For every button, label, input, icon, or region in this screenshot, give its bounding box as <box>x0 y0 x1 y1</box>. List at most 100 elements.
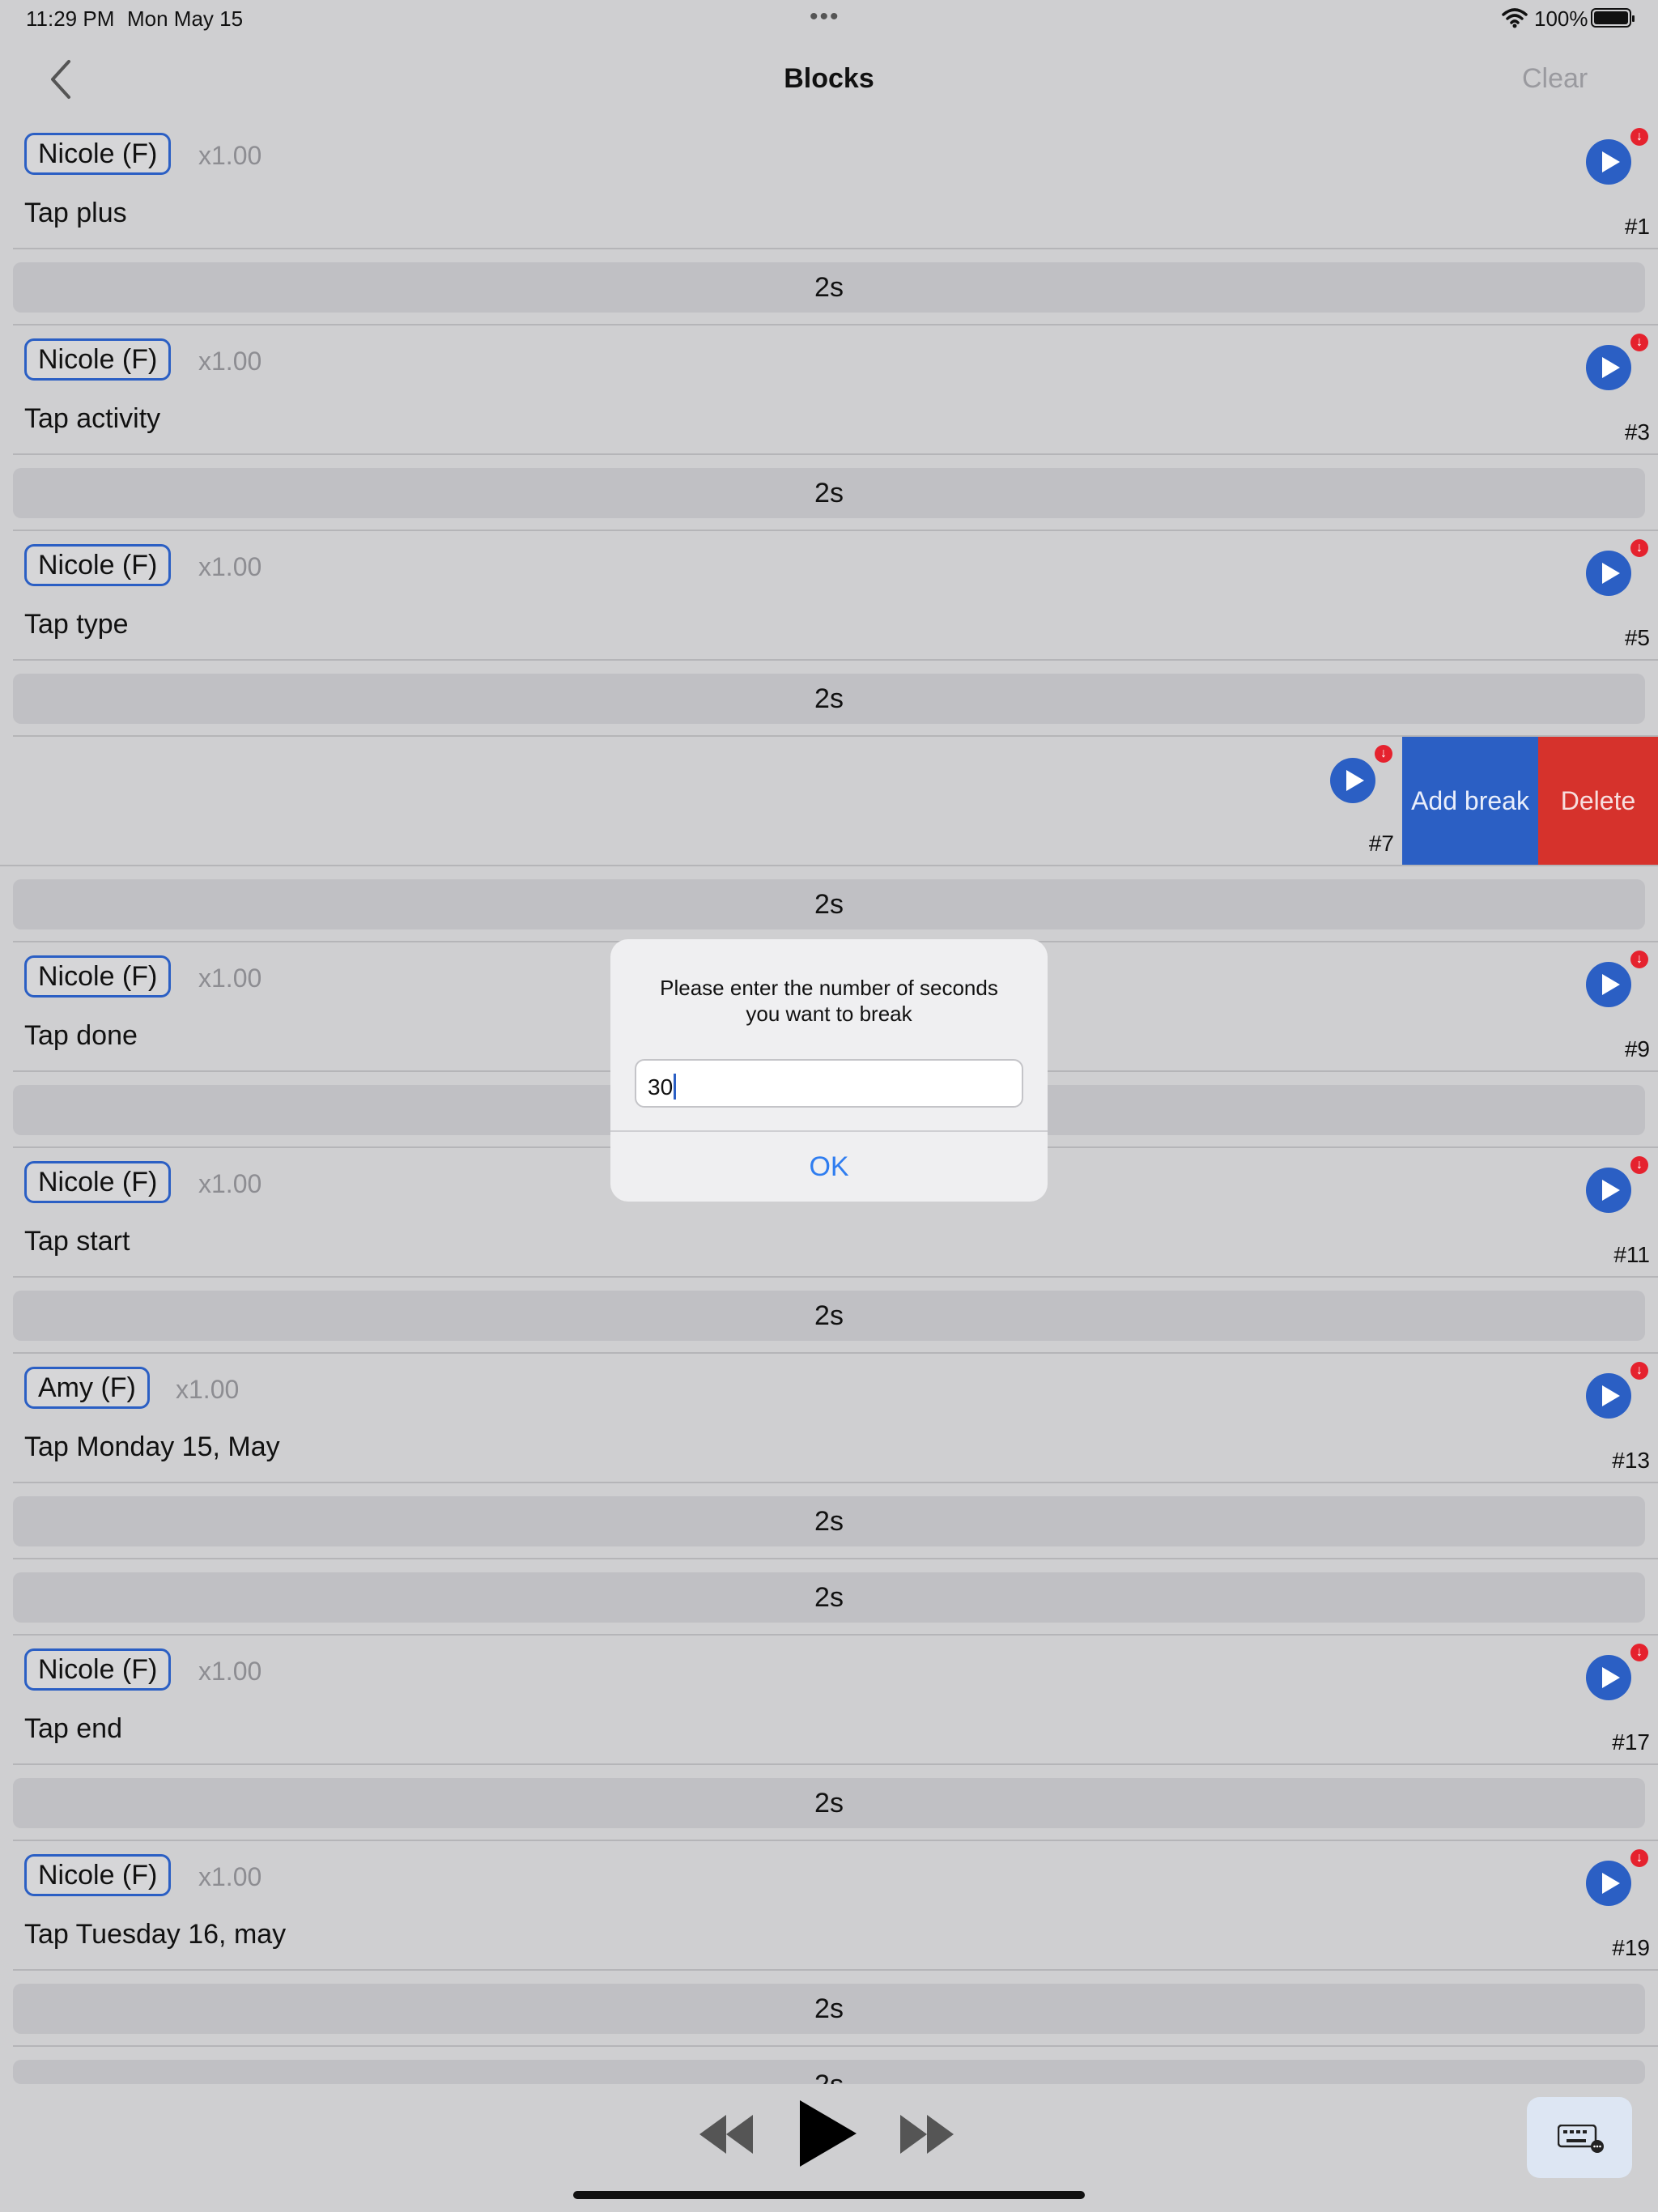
block-number: #3 <box>1624 419 1650 445</box>
speed-label: x1.00 <box>198 141 262 170</box>
battery-icon <box>1591 8 1635 28</box>
break-bar[interactable]: 2s <box>13 1984 1645 2034</box>
add-break-button[interactable]: Add break <box>1402 737 1538 865</box>
play-all-icon[interactable] <box>797 2099 858 2168</box>
play-icon[interactable] <box>1586 1655 1631 1700</box>
break-bar[interactable]: 2s <box>13 262 1645 313</box>
break-bar[interactable]: 2s <box>13 1496 1645 1546</box>
block-number: #5 <box>1624 625 1650 650</box>
dialog-message: Please enter the number of seconds you w… <box>627 975 1031 1027</box>
voice-chip[interactable]: Nicole (F) <box>24 955 172 998</box>
speed-label: x1.00 <box>198 347 262 376</box>
play-icon[interactable] <box>1586 345 1631 390</box>
list-item[interactable]: Amy (F) x1.00 Tap Monday 15, May ↓ #13 <box>0 1355 1658 1482</box>
speed-label: x1.00 <box>198 1169 262 1198</box>
block-text: Tap type <box>24 609 129 640</box>
list-item[interactable]: Nicole (F) x1.00 Tap Tuesday 16, may ↓ #… <box>0 1843 1658 1969</box>
divider <box>13 1558 1658 1559</box>
list-item[interactable]: Nicole (F) x1.00 Tap plus ↓ #1 <box>0 121 1658 248</box>
voice-chip[interactable]: Amy (F) <box>24 1367 150 1409</box>
download-badge-icon: ↓ <box>1630 539 1648 557</box>
divider <box>13 1763 1658 1765</box>
break-bar[interactable]: 2s <box>13 468 1645 518</box>
block-number: #9 <box>1624 1036 1650 1061</box>
break-bar[interactable]: 2s <box>13 1778 1645 1828</box>
play-icon[interactable] <box>1586 551 1631 596</box>
status-bar: 11:29 PM Mon May 15 ••• 100% <box>0 0 1658 39</box>
block-text: Tap activity <box>24 403 161 434</box>
block-text: Tap end <box>24 1713 122 1744</box>
download-badge-icon: ↓ <box>1375 745 1392 763</box>
voice-chip[interactable]: Nicole (F) <box>24 338 172 381</box>
break-bar[interactable]: 2s <box>13 1291 1645 1341</box>
divider <box>13 1352 1658 1354</box>
list-item[interactable]: Nicole (F) x1.00 Tap end ↓ #17 <box>0 1637 1658 1763</box>
voice-chip[interactable]: Nicole (F) <box>24 1648 172 1691</box>
status-date: Mon May 15 <box>127 6 244 31</box>
block-number: #11 <box>1613 1242 1650 1267</box>
voice-chip[interactable]: Nicole (F) <box>24 1161 172 1203</box>
delete-button[interactable]: Delete <box>1538 737 1658 865</box>
list-item[interactable]: Nicole (F) x1.00 Tap activity ↓ #3 <box>0 327 1658 453</box>
navigation-bar: Blocks Clear <box>0 39 1658 120</box>
divider <box>13 324 1658 325</box>
speed-label: x1.00 <box>198 1862 262 1891</box>
divider <box>13 1634 1658 1636</box>
clear-button[interactable]: Clear <box>1522 63 1588 95</box>
block-number: #19 <box>1612 1935 1650 1960</box>
break-seconds-dialog: Please enter the number of seconds you w… <box>610 939 1048 1202</box>
block-text: Tap plus <box>24 198 127 228</box>
play-icon[interactable] <box>1586 1373 1631 1419</box>
multitasking-dots-icon[interactable]: ••• <box>810 3 840 31</box>
list-item[interactable]: Nicole (F) x1.00 Tap type ↓ #5 <box>0 533 1658 659</box>
speed-label: x1.00 <box>176 1375 240 1404</box>
fast-forward-icon[interactable] <box>899 2112 955 2157</box>
divider <box>13 1482 1658 1483</box>
play-icon[interactable] <box>1586 139 1631 185</box>
voice-chip[interactable]: Nicole (F) <box>24 133 172 175</box>
divider <box>13 453 1658 455</box>
dialog-message-line: Please enter the number of seconds <box>660 976 998 1000</box>
divider <box>13 248 1658 249</box>
speed-label: x1.00 <box>198 552 262 581</box>
home-indicator <box>573 2191 1085 2199</box>
download-badge-icon: ↓ <box>1630 1156 1648 1174</box>
page-title: Blocks <box>784 63 874 94</box>
download-badge-icon: ↓ <box>1630 1644 1648 1661</box>
keyboard-button[interactable] <box>1527 2097 1632 2178</box>
break-bar[interactable]: 2s <box>13 1572 1645 1623</box>
block-text: Tap Monday 15, May <box>24 1431 280 1462</box>
download-badge-icon: ↓ <box>1630 1849 1648 1867</box>
download-badge-icon: ↓ <box>1630 951 1648 968</box>
speed-label: x1.00 <box>198 963 262 993</box>
divider <box>13 1969 1658 1971</box>
status-time: 11:29 PM <box>26 6 115 31</box>
wifi-icon <box>1502 8 1528 28</box>
speed-label: x1.00 <box>198 1657 262 1686</box>
text-caret <box>674 1074 677 1100</box>
block-text: Tap done <box>24 1020 138 1051</box>
seconds-input[interactable]: 30 <box>635 1059 1023 1108</box>
keyboard-icon <box>1558 2125 1604 2153</box>
divider <box>0 865 1658 866</box>
dialog-message-line: you want to break <box>746 1002 912 1026</box>
divider <box>13 2045 1658 2047</box>
block-number: #7 <box>1368 831 1394 856</box>
ok-button[interactable]: OK <box>610 1132 1048 1202</box>
break-bar[interactable]: 2s <box>13 879 1645 929</box>
block-text: Tap Tuesday 16, may <box>24 1919 287 1950</box>
rewind-icon[interactable] <box>698 2112 755 2157</box>
block-number: #13 <box>1612 1448 1650 1473</box>
block-text: Tap start <box>24 1226 130 1257</box>
break-bar[interactable]: 2s <box>13 2060 1645 2084</box>
play-icon[interactable] <box>1330 758 1375 803</box>
download-badge-icon: ↓ <box>1630 1362 1648 1380</box>
break-bar[interactable]: 2s <box>13 674 1645 724</box>
voice-chip[interactable]: Nicole (F) <box>24 544 172 586</box>
play-icon[interactable] <box>1586 1168 1631 1213</box>
battery-percent: 100% <box>1534 6 1588 31</box>
divider <box>13 1276 1658 1278</box>
play-icon[interactable] <box>1586 1861 1631 1906</box>
voice-chip[interactable]: Nicole (F) <box>24 1854 172 1896</box>
play-icon[interactable] <box>1586 962 1631 1007</box>
